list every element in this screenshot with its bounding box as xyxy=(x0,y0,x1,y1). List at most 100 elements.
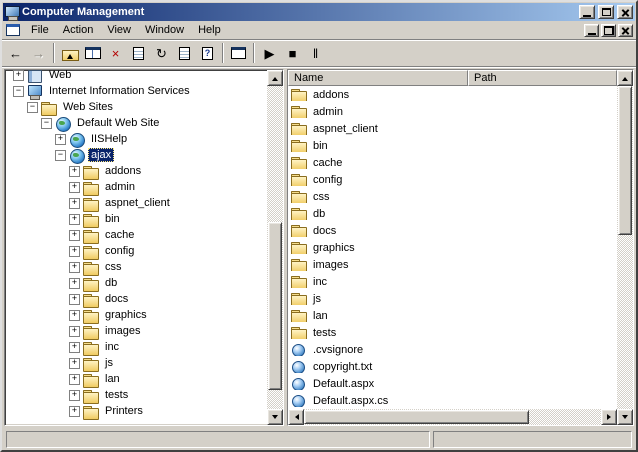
tree-item-tests[interactable]: +tests xyxy=(7,387,267,403)
up-one-level-button[interactable] xyxy=(58,42,81,64)
tree-item-default-web-site[interactable]: −Default Web Site xyxy=(7,115,267,131)
list-item-default-aspx-cs[interactable]: Default.aspx.cs xyxy=(288,392,617,409)
list-item-css[interactable]: css xyxy=(288,188,617,205)
show-hide-console-tree-button[interactable] xyxy=(81,42,104,64)
tree-item-web[interactable]: +Web xyxy=(7,70,267,83)
help-button[interactable]: ? xyxy=(196,42,219,64)
expand-toggle[interactable]: + xyxy=(69,358,80,369)
tree-item-printers[interactable]: +Printers xyxy=(7,403,267,419)
menu-help[interactable]: Help xyxy=(191,22,228,38)
menu-window[interactable]: Window xyxy=(138,22,191,38)
expand-toggle[interactable]: + xyxy=(69,406,80,417)
list-item-aspnet-client[interactable]: aspnet_client xyxy=(288,120,617,137)
maximize-button[interactable] xyxy=(598,5,614,19)
tree-item-docs[interactable]: +docs xyxy=(7,291,267,307)
tree-scroll-thumb[interactable] xyxy=(268,222,282,390)
tree-item-db[interactable]: +db xyxy=(7,275,267,291)
pause-item-button[interactable]: ‖ xyxy=(304,42,327,64)
tree-scroll-down-button[interactable] xyxy=(267,409,283,425)
stop-item-button[interactable]: ■ xyxy=(281,42,304,64)
list-horizontal-scrollbar[interactable] xyxy=(288,409,617,425)
expand-toggle[interactable]: + xyxy=(69,310,80,321)
list-hscroll-track[interactable] xyxy=(304,409,601,425)
expand-toggle[interactable]: + xyxy=(69,246,80,257)
expand-toggle[interactable]: + xyxy=(69,214,80,225)
tree-item-web-sites[interactable]: −Web Sites xyxy=(7,99,267,115)
titlebar[interactable]: Computer Management xyxy=(3,3,635,21)
start-item-button[interactable]: ▶ xyxy=(258,42,281,64)
expand-toggle[interactable]: + xyxy=(13,70,24,81)
properties-button[interactable] xyxy=(127,42,150,64)
tree-item-config[interactable]: +config xyxy=(7,243,267,259)
tree-item-iishelp[interactable]: +IISHelp xyxy=(7,131,267,147)
column-header-path[interactable]: Path xyxy=(468,70,617,86)
tree-item-images[interactable]: +images xyxy=(7,323,267,339)
mdi-close-button[interactable] xyxy=(618,24,633,37)
tree-scroll-track[interactable] xyxy=(267,86,283,409)
list-item-graphics[interactable]: graphics xyxy=(288,239,617,256)
list-item-config[interactable]: config xyxy=(288,171,617,188)
tree-item-internet-information-services[interactable]: −Internet Information Services xyxy=(7,83,267,99)
tree-item-css[interactable]: +css xyxy=(7,259,267,275)
list-item-inc[interactable]: inc xyxy=(288,273,617,290)
list-scroll-right-button[interactable] xyxy=(601,409,617,425)
list-item-db[interactable]: db xyxy=(288,205,617,222)
delete-button[interactable]: × xyxy=(104,42,127,64)
collapse-toggle[interactable]: − xyxy=(27,102,38,113)
tree-item-lan[interactable]: +lan xyxy=(7,371,267,387)
list-scroll-thumb[interactable] xyxy=(618,86,632,235)
close-button[interactable] xyxy=(617,5,633,19)
list-scroll-left-button[interactable] xyxy=(288,409,304,425)
list-item-tests[interactable]: tests xyxy=(288,324,617,341)
tree-item-cache[interactable]: +cache xyxy=(7,227,267,243)
expand-toggle[interactable]: + xyxy=(69,262,80,273)
minimize-button[interactable] xyxy=(579,5,595,19)
mdi-minimize-button[interactable] xyxy=(584,24,599,37)
menu-action[interactable]: Action xyxy=(56,22,101,38)
expand-toggle[interactable]: + xyxy=(69,278,80,289)
console-system-icon[interactable] xyxy=(6,24,20,36)
list-scroll-track[interactable] xyxy=(617,86,633,409)
list-scroll-up-button[interactable] xyxy=(617,70,633,86)
tree-item-ajax[interactable]: −ajax xyxy=(7,147,267,163)
mdi-restore-button[interactable] xyxy=(601,24,616,37)
expand-toggle[interactable]: + xyxy=(69,390,80,401)
list-item-default-aspx[interactable]: Default.aspx xyxy=(288,375,617,392)
collapse-toggle[interactable]: − xyxy=(55,150,66,161)
expand-toggle[interactable]: + xyxy=(69,342,80,353)
expand-toggle[interactable]: + xyxy=(69,326,80,337)
tree-vertical-scrollbar[interactable] xyxy=(267,70,283,425)
tree-item-js[interactable]: +js xyxy=(7,355,267,371)
menu-file[interactable]: File xyxy=(24,22,56,38)
refresh-button[interactable]: ↻ xyxy=(150,42,173,64)
list-vertical-scrollbar[interactable] xyxy=(617,70,633,425)
list-item-images[interactable]: images xyxy=(288,256,617,273)
tree-item-bin[interactable]: +bin xyxy=(7,211,267,227)
expand-toggle[interactable]: + xyxy=(69,294,80,305)
tree-item-addons[interactable]: +addons xyxy=(7,163,267,179)
list-item-docs[interactable]: docs xyxy=(288,222,617,239)
expand-toggle[interactable]: + xyxy=(69,374,80,385)
export-list-button[interactable] xyxy=(173,42,196,64)
tree-item-admin[interactable]: +admin xyxy=(7,179,267,195)
tree-item-aspnet-client[interactable]: +aspnet_client xyxy=(7,195,267,211)
tree-item-graphics[interactable]: +graphics xyxy=(7,307,267,323)
expand-toggle[interactable]: + xyxy=(69,230,80,241)
list-item-bin[interactable]: bin xyxy=(288,137,617,154)
expand-toggle[interactable]: + xyxy=(69,166,80,177)
menu-view[interactable]: View xyxy=(100,22,138,38)
collapse-toggle[interactable]: − xyxy=(41,118,52,129)
back-button[interactable]: ← xyxy=(4,42,27,64)
list-item-cvsignore[interactable]: .cvsignore xyxy=(288,341,617,358)
forward-button[interactable]: → xyxy=(27,42,50,64)
expand-toggle[interactable]: + xyxy=(69,198,80,209)
list-hscroll-thumb[interactable] xyxy=(304,410,529,424)
expand-toggle[interactable]: + xyxy=(69,182,80,193)
expand-toggle[interactable]: + xyxy=(55,134,66,145)
tree-item-inc[interactable]: +inc xyxy=(7,339,267,355)
list-scroll-down-button[interactable] xyxy=(617,409,633,425)
list-item-js[interactable]: js xyxy=(288,290,617,307)
list-item-lan[interactable]: lan xyxy=(288,307,617,324)
console-window-button[interactable] xyxy=(227,42,250,64)
list-item-admin[interactable]: admin xyxy=(288,103,617,120)
